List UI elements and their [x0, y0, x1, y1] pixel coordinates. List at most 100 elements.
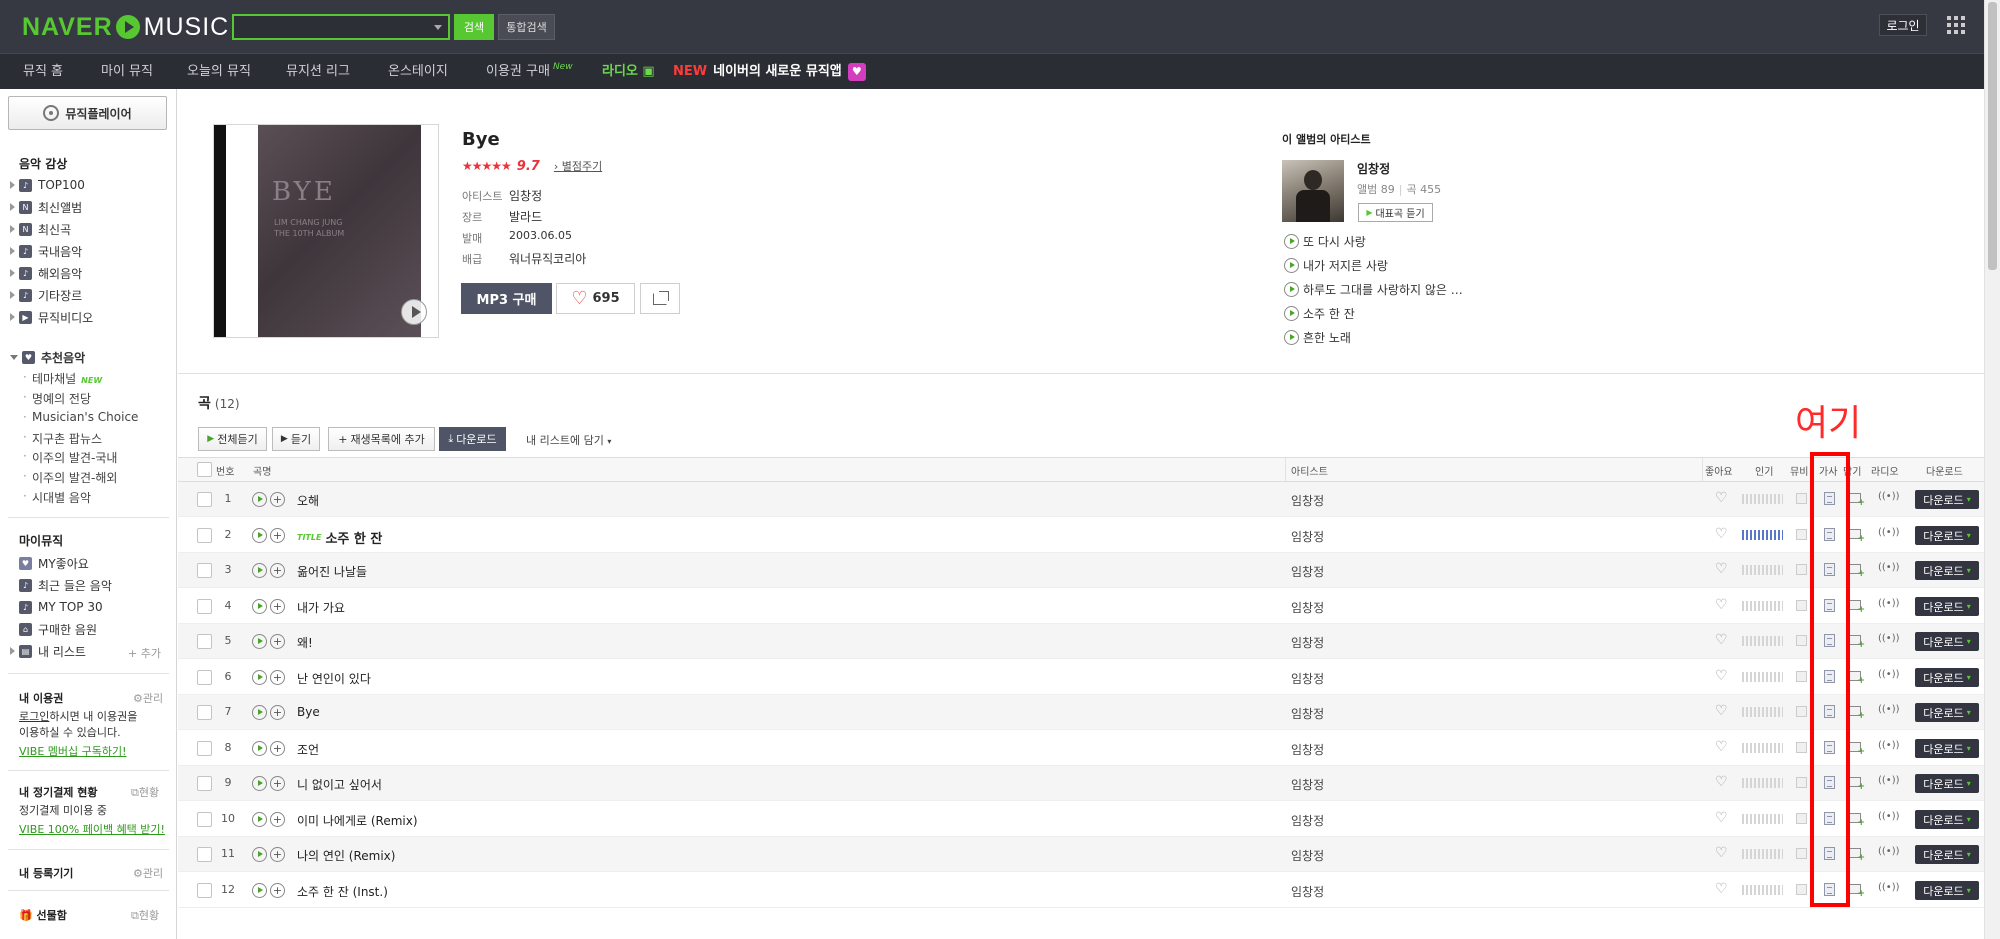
nav-today-music[interactable]: 오늘의 뮤직: [187, 54, 251, 89]
artist-name-link[interactable]: 임창정: [1357, 160, 1390, 177]
music-video-icon[interactable]: [1796, 493, 1807, 504]
radio-icon[interactable]: ((•)): [1878, 846, 1900, 857]
track-title[interactable]: 소주 한 잔 (Inst.): [297, 883, 388, 900]
sidebar-sub-theme-channel[interactable]: 테마채널NEW: [23, 370, 102, 387]
pass-login-link[interactable]: 로그인: [19, 710, 49, 723]
heart-icon[interactable]: ♡: [1715, 526, 1728, 542]
play-icon[interactable]: [252, 847, 267, 862]
sidebar-sub-hall-of-fame[interactable]: 명예의 전당: [23, 390, 91, 407]
sidebar-item-purchased[interactable]: ⌂ 구매한 음원: [10, 620, 97, 638]
nav-pass-purchase[interactable]: 이용권 구매 New: [486, 54, 573, 89]
heart-icon[interactable]: ♡: [1715, 632, 1728, 648]
table-row[interactable]: 6 + 난 연인이 있다 임창정 ♡ ((•)) 다운로드▾: [178, 660, 1984, 695]
sidebar-item-recent[interactable]: ♪ 최근 들은 음악: [10, 576, 112, 594]
play-icon[interactable]: [252, 705, 267, 720]
pass-manage-link[interactable]: ⚙관리: [133, 690, 163, 706]
album-cover[interactable]: BYE LIM CHANG JUNG THE 10TH ALBUM: [213, 124, 439, 338]
radio-icon[interactable]: ((•)): [1878, 704, 1900, 715]
download-button[interactable]: 다운로드 ▾: [1915, 597, 1979, 616]
play-icon[interactable]: [252, 776, 267, 791]
sidebar-sub-discovery-overseas[interactable]: 이주의 발견-해외: [23, 469, 117, 486]
add-list-button[interactable]: + 추가: [128, 645, 161, 661]
vibe-membership-link[interactable]: VIBE 멤버십 구독하기!: [19, 743, 127, 759]
play-icon[interactable]: [252, 741, 267, 756]
table-row[interactable]: 11 + 나의 연인 (Remix) 임창정 ♡ ((•)) 다운로드▾: [178, 837, 1984, 872]
sidebar-item-my-top30[interactable]: ♪ MY TOP 30: [10, 598, 103, 616]
nav-my-music[interactable]: 마이 뮤직: [101, 54, 153, 89]
artist-track-2[interactable]: 내가 저지른 사랑: [1284, 257, 1388, 274]
play-icon[interactable]: [1284, 306, 1299, 321]
artist-track-4[interactable]: 소주 한 잔: [1284, 305, 1355, 322]
play-icon[interactable]: [1284, 258, 1299, 273]
sidebar-item-other-genres[interactable]: ♪ 기타장르: [10, 286, 82, 304]
heart-icon[interactable]: ♡: [1715, 490, 1728, 506]
music-video-icon[interactable]: [1796, 671, 1807, 682]
track-title[interactable]: 왜!: [297, 634, 313, 651]
download-button[interactable]: 다운로드 ▾: [1915, 561, 1979, 580]
search-button[interactable]: 검색: [454, 14, 494, 40]
select-all-checkbox[interactable]: [197, 462, 212, 477]
nav-new-app-promo[interactable]: NEW 네이버의 새로운 뮤직앱 ♥: [673, 54, 866, 89]
download-selected-button[interactable]: ⤓ 다운로드: [439, 427, 506, 451]
table-row[interactable]: 5 + 왜! 임창정 ♡ ((•)) 다운로드▾: [178, 624, 1984, 659]
add-icon[interactable]: +: [270, 670, 285, 685]
add-icon[interactable]: +: [270, 741, 285, 756]
track-title[interactable]: 나의 연인 (Remix): [297, 847, 395, 864]
heart-icon[interactable]: ♡: [1715, 597, 1728, 613]
track-artist[interactable]: 임창정: [1291, 634, 1324, 651]
track-artist[interactable]: 임창정: [1291, 741, 1324, 758]
radio-icon[interactable]: ((•)): [1878, 740, 1900, 751]
add-to-playlist-button[interactable]: + 재생목록에 추가: [328, 427, 435, 451]
apps-grid-icon[interactable]: [1947, 16, 1965, 34]
download-button[interactable]: 다운로드 ▾: [1915, 810, 1979, 829]
heart-icon[interactable]: ♡: [1715, 845, 1728, 861]
sidebar-item-domestic[interactable]: ♪ 국내음악: [10, 242, 82, 260]
add-to-mylist-dropdown[interactable]: 내 리스트에 담기 ▾: [526, 432, 611, 448]
track-artist[interactable]: 임창정: [1291, 492, 1324, 509]
track-title[interactable]: 내가 가요: [297, 599, 345, 616]
table-row[interactable]: 1 + 오해 임창정 ♡ ((•)) 다운로드▾: [178, 482, 1984, 517]
download-button[interactable]: 다운로드 ▾: [1915, 881, 1979, 900]
track-artist[interactable]: 임창정: [1291, 776, 1324, 793]
gift-status-link[interactable]: ⧉현황: [131, 907, 159, 923]
track-artist[interactable]: 임창정: [1291, 670, 1324, 687]
play-icon[interactable]: [252, 883, 267, 898]
download-button[interactable]: 다운로드 ▾: [1915, 668, 1979, 687]
nav-musician-league[interactable]: 뮤지션 리그: [286, 54, 350, 89]
heart-icon[interactable]: ♡: [1715, 774, 1728, 790]
track-title[interactable]: 이미 나에게로 (Remix): [297, 812, 418, 829]
track-title[interactable]: 난 연인이 있다: [297, 670, 371, 687]
play-icon[interactable]: [252, 492, 267, 507]
radio-icon[interactable]: ((•)): [1878, 598, 1900, 609]
add-icon[interactable]: +: [270, 812, 285, 827]
page-scrollbar[interactable]: [1984, 0, 2000, 939]
radio-icon[interactable]: ((•)): [1878, 562, 1900, 573]
track-title[interactable]: Bye: [297, 705, 320, 719]
add-icon[interactable]: +: [270, 705, 285, 720]
add-icon[interactable]: +: [270, 528, 285, 543]
add-icon[interactable]: +: [270, 883, 285, 898]
download-button[interactable]: 다운로드 ▾: [1915, 845, 1979, 864]
add-icon[interactable]: +: [270, 492, 285, 507]
table-row[interactable]: 2 + TITLE소주 한 잔 임창정 ♡ ((•)) 다운로드▾: [178, 518, 1984, 553]
heart-icon[interactable]: ♡: [1715, 668, 1728, 684]
scrollbar-thumb[interactable]: [1988, 2, 1997, 270]
music-video-icon[interactable]: [1796, 600, 1807, 611]
download-button[interactable]: 다운로드 ▾: [1915, 490, 1979, 509]
play-icon[interactable]: [252, 528, 267, 543]
sidebar-sub-musicians-choice[interactable]: Musician's Choice: [23, 410, 138, 424]
download-button[interactable]: 다운로드 ▾: [1915, 739, 1979, 758]
radio-icon[interactable]: ((•)): [1878, 633, 1900, 644]
add-icon[interactable]: +: [270, 634, 285, 649]
radio-icon[interactable]: ((•)): [1878, 775, 1900, 786]
sidebar-item-my-likes[interactable]: ♥ MY좋아요: [10, 554, 89, 572]
track-title[interactable]: 오해: [297, 492, 319, 509]
sidebar-item-music-video[interactable]: ▶ 뮤직비디오: [10, 308, 93, 326]
download-button[interactable]: 다운로드 ▾: [1915, 632, 1979, 651]
music-video-icon[interactable]: [1796, 742, 1807, 753]
mp3-purchase-button[interactable]: MP3 구매: [461, 283, 552, 314]
play-icon[interactable]: [252, 563, 267, 578]
add-icon[interactable]: +: [270, 847, 285, 862]
nav-music-home[interactable]: 뮤직 홈: [23, 54, 63, 89]
heart-icon[interactable]: ♡: [1715, 881, 1728, 897]
